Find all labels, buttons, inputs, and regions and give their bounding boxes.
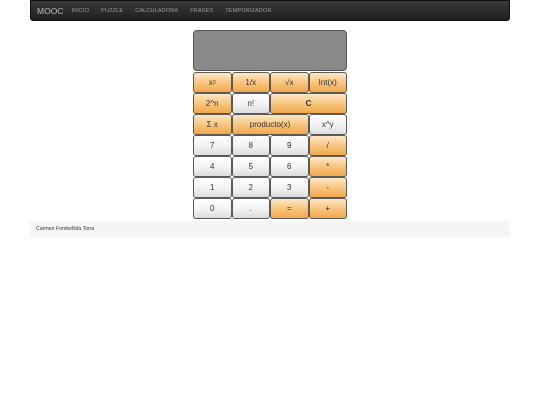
key-label: . <box>249 204 252 213</box>
inverse-button[interactable]: 1/x <box>231 72 270 93</box>
key-label: 4 <box>210 162 215 171</box>
nav-link-calculadora[interactable]: CALCULADORA <box>135 8 178 14</box>
footer-author: Carmen Fombellida Torre <box>36 226 95 232</box>
keypad-row: 4 5 6 * <box>193 156 347 177</box>
calculator-keypad: x 2 1/x √x Int(x) 2^n n! C Σ x producto(x) x^y 7 8 9 /… <box>193 72 347 219</box>
digit-0-button[interactable]: 0 <box>193 198 232 219</box>
key-label: Int(x) <box>318 78 337 87</box>
divide-button[interactable]: / <box>308 135 347 156</box>
nav-link-frases[interactable]: FRASES <box>190 8 213 14</box>
sum-button[interactable]: Σ x <box>193 114 232 135</box>
brand-link[interactable]: MOOC <box>37 6 63 16</box>
keypad-row: Σ x producto(x) x^y <box>193 114 347 135</box>
sqrt-button[interactable]: √x <box>270 72 309 93</box>
key-label: x^y <box>321 120 334 129</box>
key-label: 1/x <box>245 78 257 87</box>
key-label: 6 <box>287 162 292 171</box>
key-label: √x <box>285 78 294 87</box>
nav-link-puzzle[interactable]: PUZZLE <box>101 8 123 14</box>
key-label: 7 <box>210 141 215 150</box>
key-label: 1 <box>210 183 215 192</box>
keypad-row: 7 8 9 / <box>193 135 347 156</box>
calculator-display <box>193 30 347 71</box>
power-of-two-button[interactable]: 2^n <box>193 93 232 114</box>
key-label: / <box>326 141 329 150</box>
key-label: - <box>326 183 330 192</box>
key-label: 2^n <box>205 99 219 108</box>
key-label: 8 <box>248 141 253 150</box>
key-label: Σ x <box>206 120 218 129</box>
keypad-row: 0. = + <box>193 198 347 219</box>
digit-8-button[interactable]: 8 <box>231 135 270 156</box>
digit-3-button[interactable]: 3 <box>270 177 309 198</box>
key-label: producto(x) <box>249 120 291 129</box>
key-label: n! <box>247 99 255 108</box>
decimal-button[interactable]: . <box>231 198 270 219</box>
subtract-button[interactable]: - <box>308 177 347 198</box>
equals-button[interactable]: = <box>270 198 309 219</box>
key-label: 2 <box>248 183 253 192</box>
footer: Carmen Fombellida Torre <box>30 221 510 237</box>
keypad-row: 2^n n! C <box>193 93 347 114</box>
nav-link-inicio[interactable]: INICIO <box>71 8 89 14</box>
key-label: 5 <box>248 162 253 171</box>
digit-1-button[interactable]: 1 <box>193 177 232 198</box>
digit-5-button[interactable]: 5 <box>231 156 270 177</box>
digit-2-button[interactable]: 2 <box>231 177 270 198</box>
key-label: 0 <box>210 204 215 213</box>
digit-4-button[interactable]: 4 <box>193 156 232 177</box>
key-label: 3 <box>287 183 292 192</box>
digit-9-button[interactable]: 9 <box>270 135 309 156</box>
square-button[interactable]: x2 <box>193 72 232 93</box>
int-button[interactable]: Int(x) <box>308 72 347 93</box>
multiply-button[interactable]: * <box>308 156 347 177</box>
key-label: + <box>325 204 331 213</box>
top-navbar: MOOC INICIO PUZZLE CALCULADORA FRASES TE… <box>30 0 510 21</box>
product-button[interactable]: producto(x) <box>231 114 309 135</box>
add-button[interactable]: + <box>308 198 347 219</box>
digit-6-button[interactable]: 6 <box>270 156 309 177</box>
keypad-row: x 2 1/x √x Int(x) <box>193 72 347 93</box>
calculator: x 2 1/x √x Int(x) 2^n n! C Σ x producto(x) x^y 7 8 9 /… <box>193 30 347 219</box>
digit-7-button[interactable]: 7 <box>193 135 232 156</box>
clear-button[interactable]: C <box>270 93 347 114</box>
key-label: C <box>305 99 312 108</box>
key-label: 9 <box>287 141 292 150</box>
power-button[interactable]: x^y <box>308 114 347 135</box>
keypad-row: 1 2 3 - <box>193 177 347 198</box>
key-label: * <box>326 162 330 171</box>
key-label: = <box>286 204 292 213</box>
nav-link-temporizador[interactable]: TEMPORIZADOR <box>225 8 271 14</box>
factorial-button[interactable]: n! <box>231 93 270 114</box>
key-superscript: 2 <box>212 79 216 86</box>
